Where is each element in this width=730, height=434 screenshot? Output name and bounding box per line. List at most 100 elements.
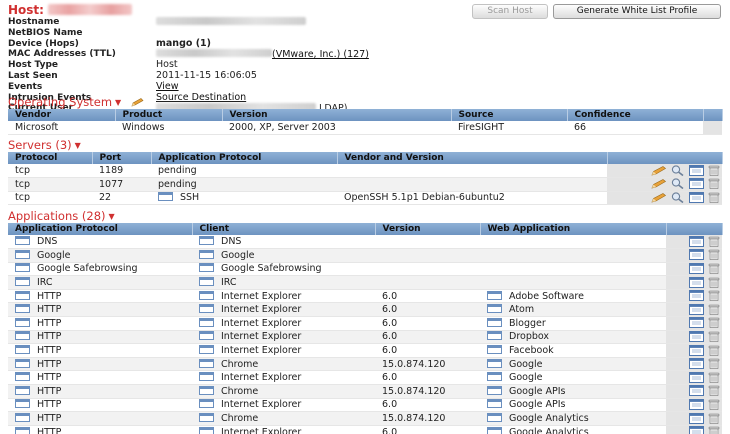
scan-host-button[interactable]: Scan Host [472, 4, 548, 19]
window-icon[interactable] [689, 317, 704, 329]
window-icon[interactable] [689, 398, 704, 410]
window-icon[interactable] [689, 344, 704, 356]
trash-icon[interactable] [708, 358, 720, 369]
window-icon[interactable] [689, 178, 704, 190]
table-row[interactable]: HTTP Internet Explorer 6.0 Google APIs [8, 398, 722, 413]
window-icon[interactable] [689, 358, 704, 370]
window-icon[interactable] [689, 191, 704, 203]
table-row[interactable]: HTTP Internet Explorer 6.0 Blogger [8, 316, 722, 331]
trash-icon[interactable] [708, 399, 720, 410]
col-app-protocol[interactable]: Application Protocol [151, 152, 338, 164]
web-application-name: Facebook [509, 345, 554, 357]
trash-icon[interactable] [708, 236, 720, 247]
prop-device: Device (Hops) mango (1) [8, 37, 212, 49]
col-product[interactable]: Product [115, 109, 223, 121]
window-icon[interactable] [689, 330, 704, 342]
window-icon[interactable] [689, 164, 704, 176]
app-window-icon [15, 317, 30, 327]
trash-icon[interactable] [708, 304, 720, 315]
magnifier-icon[interactable] [671, 192, 685, 203]
trash-icon[interactable] [708, 426, 720, 434]
pencil-icon[interactable] [651, 165, 667, 176]
table-row[interactable]: HTTP Internet Explorer 6.0 Adobe Software [8, 289, 722, 304]
window-icon[interactable] [689, 249, 704, 261]
window-icon[interactable] [689, 371, 704, 383]
trash-icon[interactable] [708, 317, 720, 329]
col-vendor-version[interactable]: Vendor and Version [337, 152, 608, 164]
pencil-icon[interactable] [651, 179, 667, 189]
app-window-icon [15, 385, 30, 395]
trash-icon[interactable] [708, 165, 720, 176]
pencil-icon[interactable] [651, 193, 667, 203]
pencil-icon[interactable] [131, 98, 145, 107]
trash-icon[interactable] [708, 178, 720, 190]
table-row[interactable]: HTTP Chrome 15.0.874.120 Google APIs [8, 384, 722, 399]
col-web-application[interactable]: Web Application [480, 223, 667, 235]
prop-netbios: NetBIOS Name [8, 27, 83, 38]
col-confidence[interactable]: Confidence [567, 109, 704, 121]
table-row[interactable]: HTTP Internet Explorer 6.0 Facebook [8, 343, 722, 358]
host-label: Host: [8, 3, 44, 17]
table-row[interactable]: HTTP Internet Explorer 6.0 Dropbox [8, 330, 722, 345]
events-view-link[interactable]: View [156, 81, 179, 92]
window-icon[interactable] [689, 276, 704, 288]
table-row[interactable]: Google Safebrowsing Google Safebrowsing [8, 262, 722, 277]
trash-icon[interactable] [708, 372, 720, 383]
mac-vendor-link[interactable]: (VMware, Inc.) (127) [272, 49, 369, 60]
applications-section-title[interactable]: Applications (28) ▼ [8, 209, 115, 223]
trash-icon[interactable] [708, 290, 720, 301]
col-protocol[interactable]: Protocol [8, 152, 93, 164]
app-window-icon [158, 192, 173, 202]
os-section-title[interactable]: Operating System ▼ [8, 95, 145, 109]
col-client[interactable]: Client [192, 223, 376, 235]
magnifier-icon[interactable] [671, 164, 685, 176]
app-window-icon [199, 317, 214, 327]
window-icon[interactable] [689, 262, 704, 274]
col-version[interactable]: Version [222, 109, 452, 121]
window-icon[interactable] [689, 426, 704, 434]
table-row[interactable]: HTTP Internet Explorer 6.0 Google [8, 370, 722, 386]
window-icon[interactable] [689, 290, 704, 302]
col-vendor[interactable]: Vendor [8, 109, 116, 121]
app-window-icon [15, 290, 30, 300]
trash-icon[interactable] [708, 192, 720, 203]
chevron-down-icon[interactable]: ▼ [115, 98, 121, 107]
table-row[interactable]: HTTP Chrome 15.0.874.120 Google Analytics [8, 411, 722, 426]
table-row[interactable]: IRC IRC [8, 275, 722, 290]
window-icon[interactable] [689, 412, 704, 424]
chevron-down-icon[interactable]: ▼ [75, 141, 81, 150]
table-row[interactable]: HTTP Internet Explorer 6.0 Google Analytics [8, 425, 722, 434]
app-window-icon [199, 358, 214, 368]
magnifier-icon[interactable] [671, 178, 685, 190]
trash-icon[interactable] [708, 345, 720, 356]
table-row[interactable]: tcp 22 SSH OpenSSH 5.1p1 Debian-6ubuntu2 [8, 191, 722, 206]
table-row[interactable]: tcp 1077 pending [8, 177, 722, 192]
trash-icon[interactable] [708, 249, 720, 261]
window-icon[interactable] [689, 303, 704, 315]
table-row[interactable]: Google Google [8, 248, 722, 263]
client-name: Internet Explorer [221, 290, 302, 302]
intrusion-events-link[interactable]: Source Destination [156, 92, 246, 103]
table-row[interactable]: HTTP Chrome 15.0.874.120 Google [8, 357, 722, 372]
trash-icon[interactable] [708, 277, 720, 288]
application-protocol-name: HTTP [37, 331, 62, 343]
col-application-protocol[interactable]: Application Protocol [8, 223, 193, 235]
chevron-down-icon[interactable]: ▼ [109, 212, 115, 221]
col-source[interactable]: Source [451, 109, 568, 121]
application-protocol-name: DNS [37, 236, 58, 248]
app-window-icon [487, 413, 502, 423]
trash-icon[interactable] [708, 331, 720, 342]
generate-white-list-button[interactable]: Generate White List Profile [553, 4, 721, 19]
servers-section-title[interactable]: Servers (3) ▼ [8, 138, 81, 152]
window-icon[interactable] [689, 235, 704, 247]
trash-icon[interactable] [708, 263, 720, 274]
table-row[interactable]: tcp 1189 pending [8, 164, 722, 179]
col-client-version[interactable]: Version [375, 223, 481, 235]
client-name: Google [221, 249, 255, 261]
trash-icon[interactable] [708, 413, 720, 424]
table-row[interactable]: DNS DNS [8, 235, 722, 250]
table-row[interactable]: HTTP Internet Explorer 6.0 Atom [8, 302, 722, 318]
window-icon[interactable] [689, 385, 704, 397]
col-port[interactable]: Port [92, 152, 152, 164]
trash-icon[interactable] [708, 385, 720, 397]
